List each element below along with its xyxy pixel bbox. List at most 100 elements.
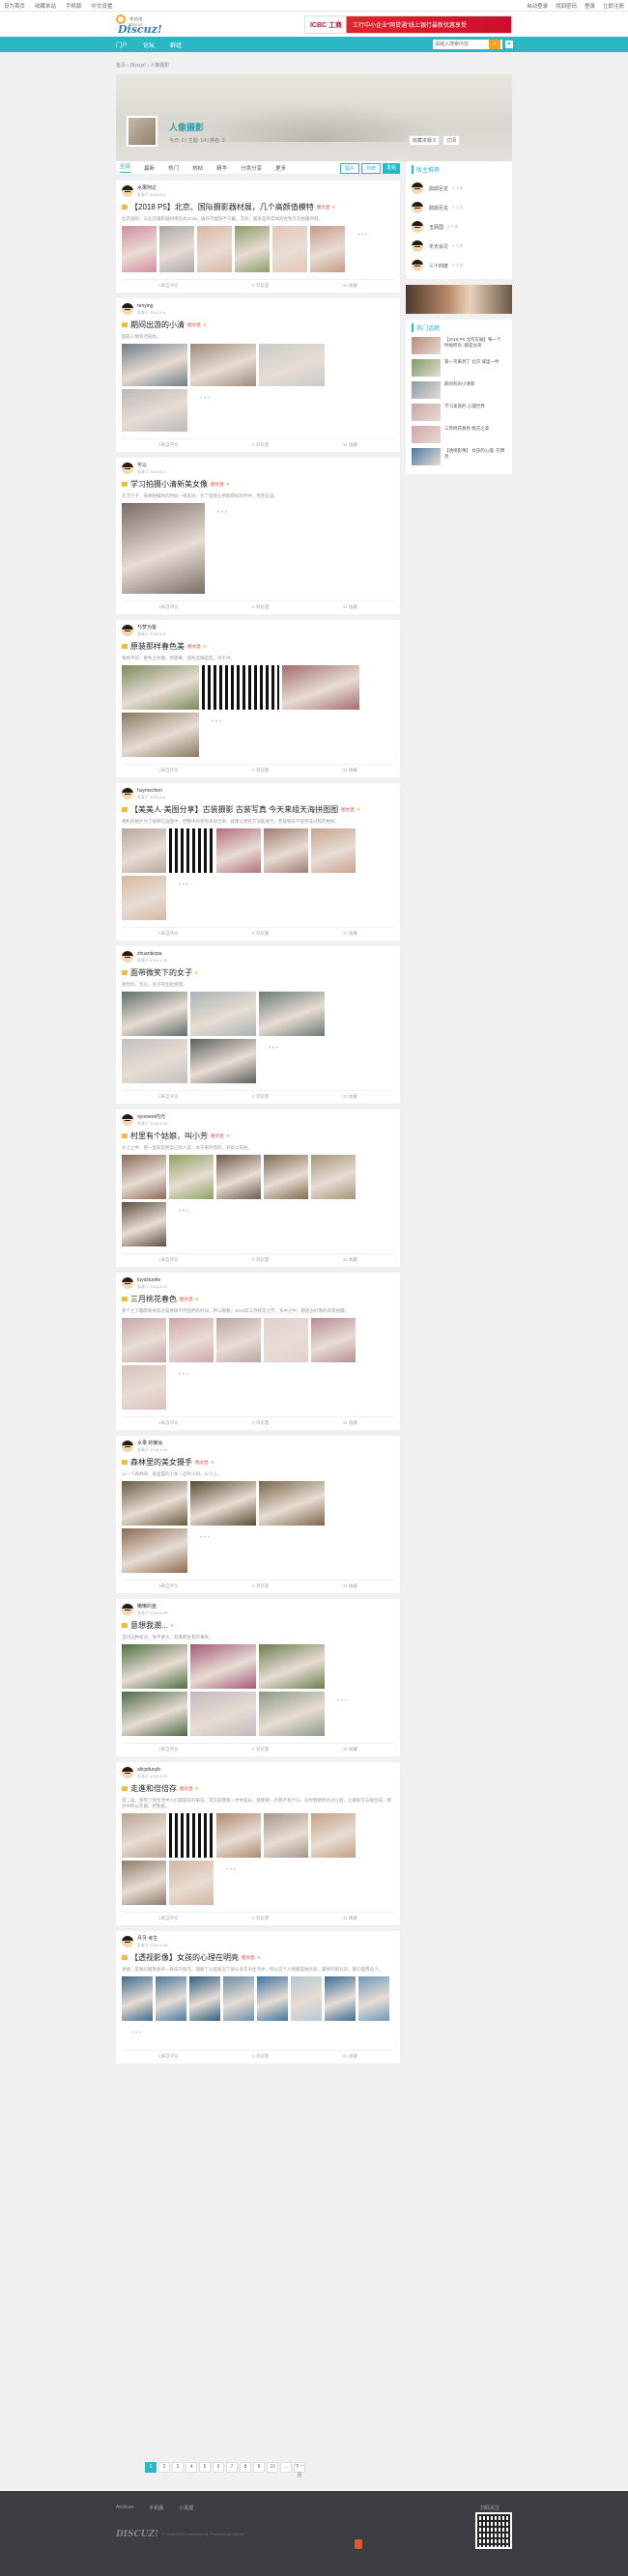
hot-topic-title[interactable]: 期间有的小清新 [444, 381, 475, 399]
avatar[interactable] [122, 1604, 133, 1615]
page-link[interactable]: 10 [267, 2462, 278, 2473]
more-images-icon[interactable]: • • • [208, 503, 237, 522]
avatar[interactable] [122, 951, 133, 963]
reply-count[interactable]: 1来自评论 [158, 1094, 179, 1100]
thread-image[interactable] [169, 1318, 214, 1362]
hot-topic-image[interactable] [412, 426, 441, 443]
favorite-count[interactable]: 31 收藏 [343, 283, 357, 289]
favorite-count[interactable]: 31 收藏 [343, 768, 357, 773]
subscribe-button[interactable]: 订阅 [442, 135, 461, 146]
login-button[interactable]: 登录 [585, 4, 595, 10]
thread-title[interactable]: 三月桃花春色 [130, 1294, 177, 1304]
thread-image[interactable] [311, 1155, 356, 1199]
view-count[interactable]: 0 浏览量 [252, 1916, 269, 1921]
favorite-count[interactable]: 31 收藏 [343, 1257, 357, 1263]
thread-image[interactable] [358, 1976, 389, 2021]
search-input[interactable] [433, 41, 489, 48]
more-images-icon[interactable]: • • • [216, 1861, 245, 1880]
thread-image[interactable] [122, 1692, 187, 1736]
auto-login-checkbox[interactable]: 自动登录 [527, 4, 548, 10]
thread-image[interactable] [122, 828, 166, 873]
thread-image[interactable] [122, 1039, 187, 1083]
reply-count[interactable]: 1来自评论 [158, 1916, 179, 1921]
tab-more[interactable]: 更多 [275, 164, 286, 172]
author-name[interactable]: 月牙 考生 [137, 1935, 167, 1942]
qr-code-image[interactable] [169, 1813, 214, 1858]
thread-image[interactable] [310, 226, 345, 272]
moderator-item[interactable]: 冬天会见 3 人次 [412, 237, 506, 256]
tab-all[interactable]: 全部 [120, 162, 131, 173]
moderator-item[interactable]: 鼎鼎巨龙 3 人次 [412, 198, 506, 217]
reply-count[interactable]: 1来自评论 [158, 604, 179, 610]
view-count[interactable]: 0 浏览量 [252, 1420, 269, 1426]
thread-title[interactable]: 学习拍摄小清新美女像 [130, 479, 208, 490]
thread-image[interactable] [223, 1976, 254, 2021]
more-images-icon[interactable]: • • • [169, 876, 198, 895]
reply-count[interactable]: 1来自评论 [158, 1420, 179, 1426]
moderator-item[interactable]: 玉顾国 3 人次 [412, 217, 506, 237]
moderator-name[interactable]: 鼎鼎巨龙 [429, 205, 448, 211]
moderator-item[interactable]: 鼎鼎巨龙 3 人次 [412, 179, 506, 198]
moderator-name[interactable]: 玉顾国 [429, 224, 443, 231]
thread-image[interactable] [122, 1202, 166, 1246]
avatar[interactable] [412, 221, 423, 233]
author-name[interactable]: 可以 [137, 462, 165, 468]
mobile-link[interactable]: 手机版 [66, 4, 82, 10]
tab-latest[interactable]: 最新 [144, 164, 155, 172]
thread-image[interactable] [216, 1813, 261, 1858]
favorite-count[interactable]: 31 收藏 [343, 2054, 357, 2059]
favorite-count[interactable]: 31 收藏 [343, 442, 357, 448]
author-name[interactable]: alicpduoyb [137, 1767, 167, 1773]
view-count[interactable]: 0 浏览量 [252, 283, 269, 289]
chevron-down-icon[interactable]: ▾ [505, 41, 513, 48]
view-count[interactable]: 0 浏览量 [252, 442, 269, 448]
ad-banner[interactable]: ICBC 工商 工行中小企业“网贷通”线上银行最新优惠享受 [304, 15, 512, 34]
hot-topic-image[interactable] [412, 337, 441, 354]
avatar[interactable] [412, 240, 423, 252]
thread-image[interactable] [122, 503, 205, 594]
view-count[interactable]: 0 浏览量 [252, 1747, 269, 1752]
reply-count[interactable]: 1来自评论 [158, 2054, 179, 2059]
avatar[interactable] [122, 1277, 133, 1289]
bookmark-link[interactable]: 收藏本站 [35, 4, 56, 10]
favorite-count[interactable]: 31 收藏 [343, 604, 357, 610]
reply-count[interactable]: 1来自评论 [158, 1257, 179, 1263]
thread-title[interactable]: 【透视影像】女孩的心理在明亮 [130, 1952, 239, 1963]
avatar[interactable] [122, 1114, 133, 1126]
thread-title[interactable]: 期间出游的小清 [130, 320, 185, 330]
register-link[interactable]: 立即注册 [603, 4, 624, 10]
page-link[interactable]: 3 [172, 2462, 184, 2473]
view-count[interactable]: 0 浏览量 [252, 604, 269, 610]
view-count[interactable]: 0 浏览量 [252, 2054, 269, 2059]
more-images-icon[interactable]: • • • [190, 1528, 219, 1548]
more-images-icon[interactable]: • • • [348, 226, 377, 245]
more-images-icon[interactable]: • • • [202, 713, 231, 732]
tab-digest[interactable]: 精华 [216, 164, 227, 172]
hot-topic-image[interactable] [412, 381, 441, 399]
page-link[interactable]: 9 [253, 2462, 265, 2473]
new-thread-button[interactable]: 发帖 [382, 163, 400, 174]
thread-image[interactable] [259, 1481, 325, 1526]
hot-topic-title[interactable]: 【2018 P5 北京车展】每一个 时候所有, 都是女孩 [444, 337, 506, 354]
favorite-count[interactable]: 31 收藏 [343, 1420, 357, 1426]
thread-image[interactable] [272, 226, 307, 272]
hot-topic-title[interactable]: 【透视影像】 女孩的心理, 在明亮 [444, 448, 506, 465]
page-link[interactable]: ... [280, 2462, 292, 2473]
view-count[interactable]: 0 浏览量 [252, 768, 269, 773]
thread-image[interactable] [122, 1976, 153, 2021]
moderator-name[interactable]: 冬天会见 [429, 243, 448, 250]
thread-image[interactable] [264, 1318, 308, 1362]
reply-count[interactable]: 1来自评论 [158, 1747, 179, 1752]
thread-image[interactable] [259, 344, 325, 386]
more-images-icon[interactable]: • • • [169, 1365, 198, 1385]
thread-image[interactable] [235, 226, 270, 272]
thread-title[interactable]: 走進和倍倍存 [130, 1783, 177, 1794]
thread-image[interactable] [169, 1155, 214, 1199]
tab-popular[interactable]: 热门 [168, 164, 179, 172]
thread-image[interactable] [259, 992, 325, 1036]
author-name[interactable]: 水果 的懒仙 [137, 1440, 167, 1446]
moderator-name[interactable]: 三十四度 [429, 263, 448, 269]
page-link[interactable]: 6 [213, 2462, 224, 2473]
thread-image[interactable] [190, 1481, 256, 1526]
hot-topic-image[interactable] [412, 448, 441, 465]
